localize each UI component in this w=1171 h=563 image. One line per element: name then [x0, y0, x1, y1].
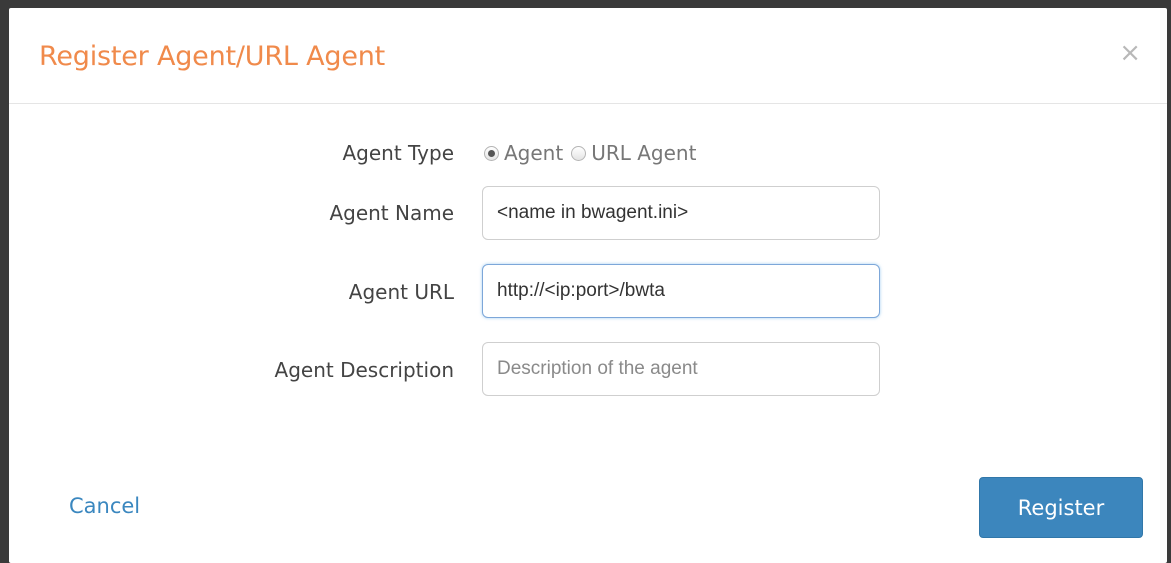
register-agent-dialog: Register Agent/URL Agent × Agent Type Ag…	[9, 8, 1167, 563]
agent-url-label: Agent URL	[348, 280, 454, 304]
register-button[interactable]: Register	[979, 477, 1143, 538]
agent-description-input[interactable]	[482, 342, 880, 396]
agent-description-label: Agent Description	[274, 358, 454, 382]
url-agent-radio[interactable]	[571, 145, 587, 161]
url-agent-radio-label[interactable]: URL Agent	[591, 141, 696, 165]
agent-radio[interactable]	[484, 145, 499, 161]
dialog-header: Register Agent/URL Agent ×	[9, 8, 1167, 104]
agent-url-input[interactable]	[482, 264, 880, 318]
agent-name-label: Agent Name	[329, 201, 454, 225]
agent-type-radio-group: Agent URL Agent	[484, 141, 704, 165]
agent-radio-label[interactable]: Agent	[504, 141, 563, 165]
agent-type-label: Agent Type	[342, 141, 455, 165]
close-icon[interactable]: ×	[1119, 38, 1141, 68]
dialog-title: Register Agent/URL Agent	[39, 41, 386, 72]
cancel-link[interactable]: Cancel	[69, 494, 140, 518]
agent-name-input[interactable]	[482, 186, 880, 240]
